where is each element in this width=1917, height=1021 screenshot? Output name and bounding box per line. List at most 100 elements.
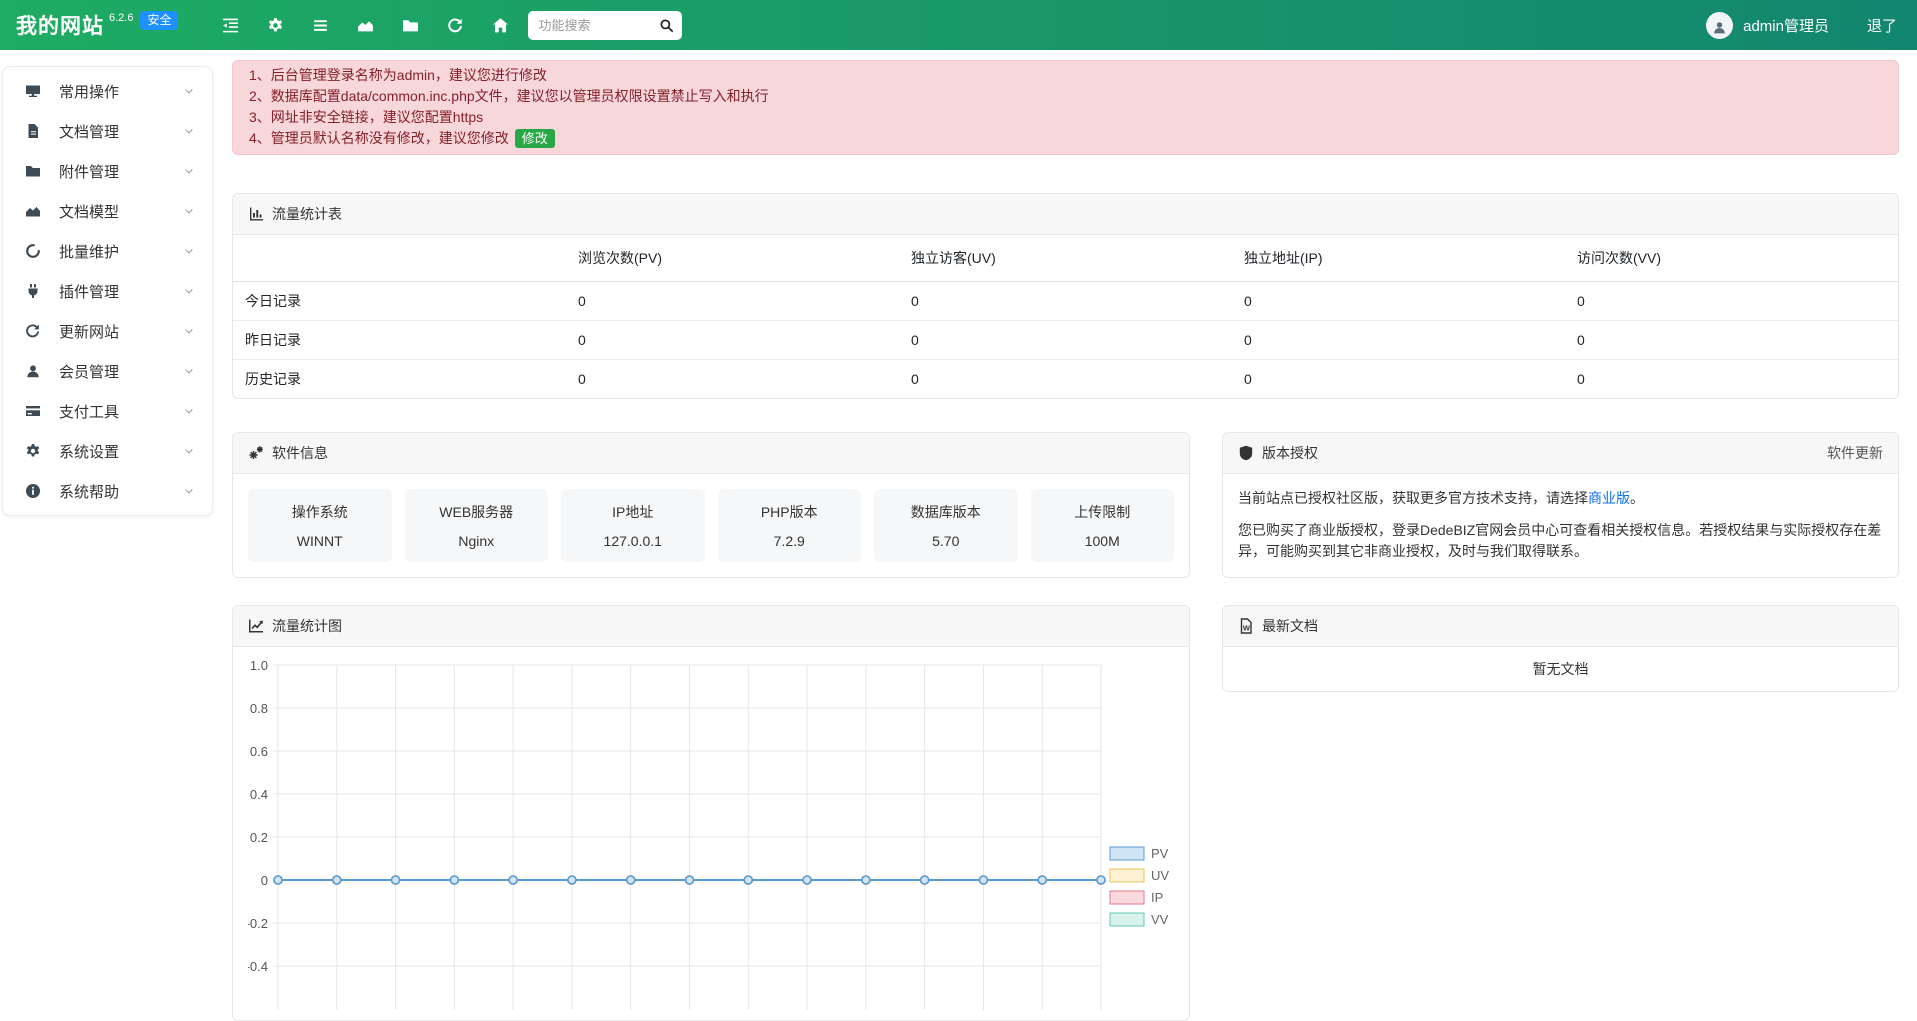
brand-name: 我的网站 [16,10,104,40]
user-icon [1712,20,1727,35]
chevron-down-icon [183,365,195,377]
sidebar-item-document-management[interactable]: 文档管理 [3,111,212,151]
traffic-chart-header: 流量统计图 [233,606,1189,647]
tile-os: 操作系统 WINNT [248,489,392,562]
nav-icon-bar [222,17,509,34]
folder-icon[interactable] [402,17,419,34]
license-header: 版本授权 软件更新 [1223,433,1898,474]
traffic-chart-body: 1.00.80.60.40.20-0.2-0.4PVUVIPVV [233,647,1189,1020]
desktop-icon [25,83,41,99]
circle-notch-icon [25,243,41,259]
sidebar-item-label: 文档管理 [59,121,183,142]
col-header-uv: 独立访客(UV) [899,235,1232,282]
folder-icon [25,163,41,179]
search-icon[interactable] [659,18,674,33]
software-info-tiles: 操作系统 WINNT WEB服务器 Nginx IP地址 127.0.0.1 P… [233,474,1189,577]
fix-button[interactable]: 修改 [515,129,555,148]
line-chart-icon [248,618,264,634]
software-info-card: 软件信息 操作系统 WINNT WEB服务器 Nginx IP地址 127.0.… [232,432,1190,578]
sidebar-item-member-management[interactable]: 会员管理 [3,351,212,391]
traffic-stats-table: 浏览次数(PV) 独立访客(UV) 独立地址(IP) 访问次数(VV) 今日记录… [233,235,1898,398]
svg-text:0.4: 0.4 [250,787,268,802]
plug-icon [25,283,41,299]
software-update-link[interactable]: 软件更新 [1827,443,1883,463]
user-area: admin管理员 退了 [1706,12,1901,39]
svg-text:0.2: 0.2 [250,830,268,845]
svg-text:IP: IP [1151,890,1163,905]
alert-line: 1、后台管理登录名称为admin，建议您进行修改 [249,65,1882,86]
sidebar-item-label: 系统设置 [59,441,183,462]
sidebar-item-label: 系统帮助 [59,481,183,502]
latest-docs-empty: 暂无文档 [1223,647,1898,691]
brand[interactable]: 我的网站 6.2.6 安全 [16,10,178,40]
home-icon[interactable] [492,17,509,34]
sidebar-item-document-models[interactable]: 文档模型 [3,191,212,231]
menu-icon[interactable] [312,17,329,34]
traffic-chart: 1.00.80.60.40.20-0.2-0.4PVUVIPVV [248,655,1176,1015]
sidebar-item-label: 批量维护 [59,241,183,262]
gear-icon [25,443,41,459]
refresh-icon[interactable] [447,17,464,34]
license-paragraph-1: 当前站点已授权社区版，获取更多官方技术支持，请选择商业版。 [1238,488,1883,509]
sidebar-item-attachment-management[interactable]: 附件管理 [3,151,212,191]
col-header-ip: 独立地址(IP) [1232,235,1565,282]
chevron-down-icon [183,165,195,177]
avatar[interactable] [1706,12,1733,39]
chevron-down-icon [183,125,195,137]
search-box [528,11,682,40]
sidebar-item-label: 文档模型 [59,201,183,222]
chart-area-icon[interactable] [357,17,374,34]
card-title: 软件信息 [272,443,328,463]
col-header-pv: 浏览次数(PV) [566,235,899,282]
brand-version: 6.2.6 [109,12,133,24]
svg-text:0.6: 0.6 [250,744,268,759]
main-content: 1、后台管理登录名称为admin，建议您进行修改 2、数据库配置data/com… [232,60,1899,1021]
outdent-icon[interactable] [222,17,239,34]
svg-text:1.0: 1.0 [250,658,268,673]
tile-db: 数据库版本 5.70 [874,489,1018,562]
logout-link[interactable]: 退了 [1867,15,1897,36]
sidebar-item-batch-maintenance[interactable]: 批量维护 [3,231,212,271]
sidebar-item-label: 支付工具 [59,401,183,422]
chevron-down-icon [183,445,195,457]
chevron-down-icon [183,85,195,97]
sidebar-item-payment-tools[interactable]: 支付工具 [3,391,212,431]
alert-line: 3、网址非安全链接，建议您配置https [249,107,1882,128]
svg-text:0.8: 0.8 [250,701,268,716]
license-body: 当前站点已授权社区版，获取更多官方技术支持，请选择商业版。 您已购买了商业版授权… [1223,474,1898,576]
sidebar-item-update-site[interactable]: 更新网站 [3,311,212,351]
tile-php: PHP版本 7.2.9 [718,489,862,562]
card-title: 最新文档 [1262,616,1318,636]
sidebar-item-system-settings[interactable]: 系统设置 [3,431,212,471]
table-row-history: 历史记录 0 0 0 0 [233,360,1898,399]
word-doc-icon [1238,618,1254,634]
tile-web-server: WEB服务器 Nginx [405,489,549,562]
chart-area-icon [25,203,41,219]
table-row-today: 今日记录 0 0 0 0 [233,282,1898,321]
sidebar-item-system-help[interactable]: 系统帮助 [3,471,212,511]
info-icon [25,483,41,499]
sidebar-item-plugin-management[interactable]: 插件管理 [3,271,212,311]
software-info-header: 软件信息 [233,433,1189,474]
gear-icon[interactable] [267,17,284,34]
traffic-chart-card: 流量统计图 1.00.80.60.40.20-0.2-0.4PVUVIPVV [232,605,1190,1021]
tile-upload-limit: 上传限制 100M [1031,489,1175,562]
commercial-edition-link[interactable]: 商业版 [1588,490,1630,506]
latest-docs-card: 最新文档 暂无文档 [1222,605,1899,692]
sidebar-item-label: 附件管理 [59,161,183,182]
chevron-down-icon [183,285,195,297]
sidebar-item-label: 插件管理 [59,281,183,302]
chevron-down-icon [183,205,195,217]
top-navbar: 我的网站 6.2.6 安全 admin管理员 退了 [0,0,1917,50]
username[interactable]: admin管理员 [1743,15,1829,36]
svg-text:UV: UV [1151,868,1169,883]
sidebar-item-common-operations[interactable]: 常用操作 [3,71,212,111]
chevron-down-icon [183,245,195,257]
latest-docs-header: 最新文档 [1223,606,1898,647]
chevron-down-icon [183,405,195,417]
bar-chart-icon [248,206,264,222]
col-header-vv: 访问次数(VV) [1565,235,1898,282]
sidebar-item-label: 会员管理 [59,361,183,382]
svg-text:-0.4: -0.4 [248,959,268,974]
refresh-icon [25,323,41,339]
